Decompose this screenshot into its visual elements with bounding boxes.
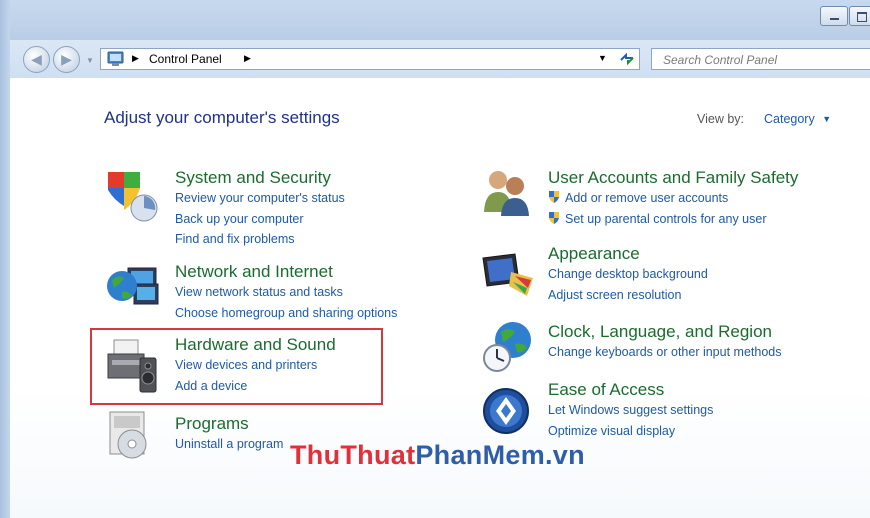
link-network-status[interactable]: View network status and tasks bbox=[175, 282, 397, 303]
view-by-label: View by: bbox=[697, 112, 745, 126]
link-parental-controls-label[interactable]: Set up parental controls for any user bbox=[565, 212, 767, 226]
back-arrow-icon: ◀ bbox=[31, 51, 42, 67]
category-network-internet: Network and Internet View network status… bbox=[175, 262, 397, 323]
ease-of-access-icon[interactable] bbox=[481, 386, 531, 436]
control-panel-icon bbox=[107, 51, 124, 66]
breadcrumb-control-panel[interactable]: Control Panel bbox=[149, 52, 222, 66]
system-security-title[interactable]: System and Security bbox=[175, 168, 345, 188]
uac-shield-icon bbox=[549, 191, 559, 203]
forward-arrow-icon: ▶ bbox=[61, 51, 72, 67]
link-optimize-display[interactable]: Optimize visual display bbox=[548, 421, 713, 442]
watermark-part2: PhanMem bbox=[415, 440, 545, 470]
annotation-highlight-box bbox=[90, 328, 383, 405]
refresh-icon[interactable] bbox=[618, 51, 636, 67]
user-accounts-title[interactable]: User Accounts and Family Safety bbox=[548, 168, 798, 188]
breadcrumb-separator-icon[interactable]: ▶ bbox=[132, 53, 139, 64]
recent-pages-dropdown[interactable]: ▼ bbox=[86, 56, 95, 65]
maximize-button[interactable] bbox=[849, 6, 870, 26]
link-keyboards-input[interactable]: Change keyboards or other input methods bbox=[548, 342, 781, 363]
search-box[interactable] bbox=[651, 48, 870, 70]
clock-globe-icon[interactable] bbox=[481, 318, 537, 374]
link-desktop-background[interactable]: Change desktop background bbox=[548, 264, 708, 285]
category-appearance: Appearance Change desktop background Adj… bbox=[548, 244, 708, 305]
link-backup[interactable]: Back up your computer bbox=[175, 209, 345, 230]
title-bar bbox=[0, 0, 870, 40]
ease-of-access-title[interactable]: Ease of Access bbox=[548, 380, 713, 400]
watermark: ThuThuatPhanMem.vn bbox=[290, 440, 585, 471]
link-review-status[interactable]: Review your computer's status bbox=[175, 188, 345, 209]
category-programs: Programs Uninstall a program bbox=[175, 414, 283, 455]
link-parental-controls[interactable]: Set up parental controls for any user bbox=[548, 209, 798, 230]
link-screen-resolution[interactable]: Adjust screen resolution bbox=[548, 285, 708, 306]
forward-button[interactable]: ▶ bbox=[53, 46, 80, 73]
maximize-icon bbox=[857, 12, 867, 22]
category-ease-of-access: Ease of Access Let Windows suggest setti… bbox=[548, 380, 713, 441]
address-search-divider bbox=[641, 48, 651, 70]
link-homegroup[interactable]: Choose homegroup and sharing options bbox=[175, 303, 397, 324]
link-add-remove-users-label[interactable]: Add or remove user accounts bbox=[565, 191, 728, 205]
watermark-part1: ThuThuat bbox=[290, 440, 416, 470]
programs-disc-icon[interactable] bbox=[104, 408, 156, 462]
user-accounts-icon[interactable] bbox=[481, 168, 535, 218]
category-clock-language-region: Clock, Language, and Region Change keybo… bbox=[548, 322, 781, 363]
minimize-icon bbox=[830, 18, 839, 20]
watermark-part3: .vn bbox=[545, 440, 585, 470]
network-globe-icon[interactable] bbox=[104, 262, 160, 314]
page-title: Adjust your computer's settings bbox=[104, 108, 340, 127]
minimize-button[interactable] bbox=[820, 6, 848, 26]
control-panel-window: ◀ ▶ ▼ ▶ Control Panel ▶ ▼ Adjust your co… bbox=[0, 0, 870, 518]
appearance-monitor-icon[interactable] bbox=[481, 252, 537, 300]
network-internet-title[interactable]: Network and Internet bbox=[175, 262, 397, 282]
view-by-value[interactable]: Category bbox=[764, 112, 815, 126]
category-user-accounts: User Accounts and Family Safety Add or r… bbox=[548, 168, 798, 229]
window-border bbox=[0, 0, 10, 518]
address-dropdown-arrow[interactable]: ▼ bbox=[598, 53, 607, 63]
search-input[interactable] bbox=[661, 50, 865, 70]
link-fix-problems[interactable]: Find and fix problems bbox=[175, 229, 345, 250]
link-add-remove-users[interactable]: Add or remove user accounts bbox=[548, 188, 798, 209]
chevron-down-icon: ▼ bbox=[822, 114, 832, 124]
address-bar[interactable]: ▶ Control Panel ▶ ▼ bbox=[100, 48, 640, 70]
uac-shield-icon bbox=[549, 211, 559, 224]
back-button[interactable]: ◀ bbox=[23, 46, 50, 73]
link-windows-suggest[interactable]: Let Windows suggest settings bbox=[548, 400, 713, 421]
link-uninstall-program[interactable]: Uninstall a program bbox=[175, 434, 283, 455]
programs-title[interactable]: Programs bbox=[175, 414, 283, 434]
appearance-title[interactable]: Appearance bbox=[548, 244, 708, 264]
view-by-dropdown[interactable]: Category ▼ bbox=[764, 112, 831, 126]
clock-language-region-title[interactable]: Clock, Language, and Region bbox=[548, 322, 781, 342]
breadcrumb-expand-icon[interactable]: ▶ bbox=[244, 53, 251, 64]
category-system-security: System and Security Review your computer… bbox=[175, 168, 345, 250]
system-security-shield-icon[interactable] bbox=[104, 168, 158, 222]
